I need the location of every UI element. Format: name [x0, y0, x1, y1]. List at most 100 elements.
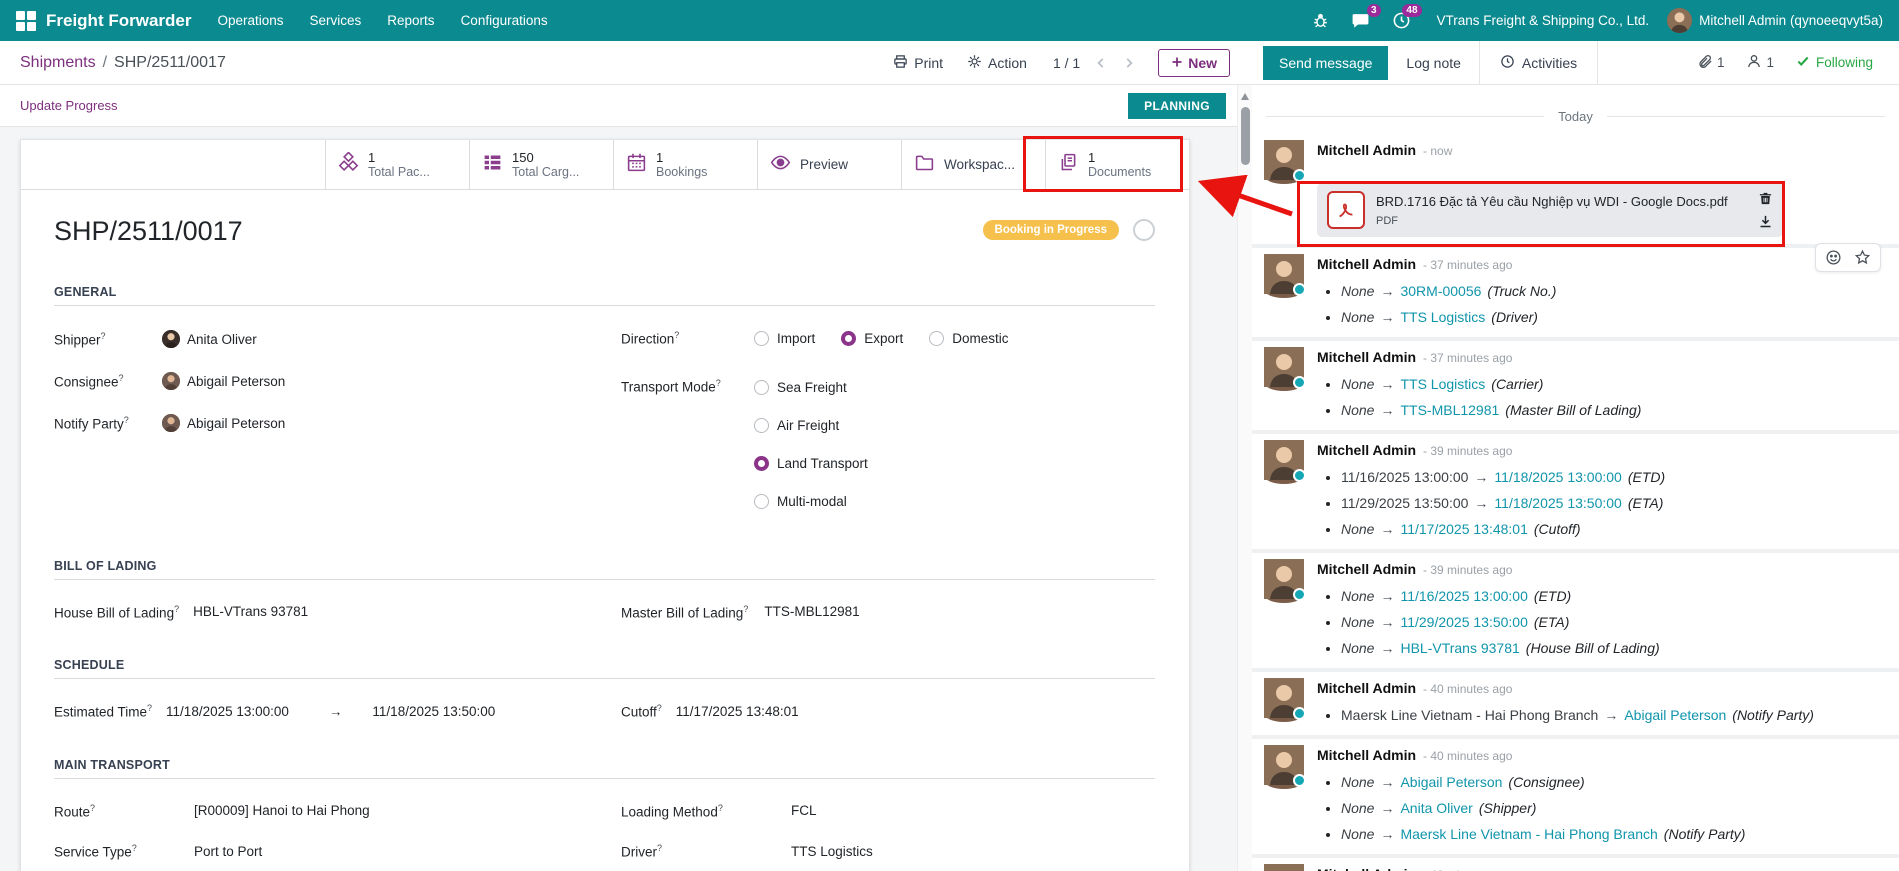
- new-button[interactable]: New: [1158, 49, 1230, 77]
- smart-button-value: 1: [1088, 150, 1151, 165]
- route-label: Route?: [54, 803, 194, 820]
- bookings-button[interactable]: 1Bookings: [613, 140, 757, 189]
- loading-method-value[interactable]: FCL: [791, 803, 817, 818]
- attachment-filename[interactable]: BRD.1716 Đặc tả Yêu cầu Nghiệp vụ WDI - …: [1376, 194, 1728, 209]
- page-title: SHP/2511/0017: [54, 216, 243, 247]
- menu-configurations[interactable]: Configurations: [461, 13, 548, 28]
- workspace-button[interactable]: Workspac...: [901, 140, 1045, 189]
- messages-icon[interactable]: 3: [1351, 11, 1370, 30]
- breadcrumb-shipments[interactable]: Shipments: [20, 54, 96, 72]
- control-panel: Shipments / SHP/2511/0017 Print Action 1…: [0, 41, 1252, 85]
- download-attachment-icon[interactable]: [1758, 214, 1773, 229]
- shipper-value[interactable]: Anita Oliver: [187, 332, 257, 347]
- new-value-link[interactable]: TTS-MBL12981: [1400, 402, 1499, 418]
- new-value-link[interactable]: 11/17/2025 13:48:01: [1400, 521, 1527, 537]
- breadcrumb-separator: /: [103, 54, 107, 72]
- print-button[interactable]: Print: [893, 54, 943, 72]
- new-value-link[interactable]: TTS Logistics: [1400, 309, 1485, 325]
- new-value-link[interactable]: 11/29/2025 13:50:00: [1400, 614, 1527, 630]
- message-author[interactable]: Mitchell Admin: [1317, 559, 1416, 579]
- new-value-link[interactable]: Abigail Peterson: [1624, 707, 1726, 723]
- menu-reports[interactable]: Reports: [387, 13, 434, 28]
- new-value-link[interactable]: Abigail Peterson: [1400, 774, 1502, 790]
- house-bl-value[interactable]: HBL-VTrans 93781: [193, 604, 308, 619]
- attachment-type: PDF: [1376, 215, 1747, 227]
- section-main-transport: MAIN TRANSPORT: [54, 758, 1155, 779]
- radio-domestic[interactable]: Domestic: [929, 331, 1008, 346]
- message-author[interactable]: Mitchell Admin: [1317, 140, 1416, 160]
- app-name[interactable]: Freight Forwarder: [46, 11, 191, 31]
- message-author[interactable]: Mitchell Admin: [1317, 745, 1416, 765]
- route-value[interactable]: [R00009] Hanoi to Hai Phong: [194, 803, 370, 818]
- attachment-card[interactable]: BRD.1716 Đặc tả Yêu cầu Nghiệp vụ WDI - …: [1317, 183, 1783, 237]
- vertical-scrollbar[interactable]: [1237, 85, 1252, 871]
- arrow-right-icon: →: [1380, 521, 1394, 537]
- notify-party-value[interactable]: Abigail Peterson: [187, 416, 285, 431]
- message-tracking: Mitchell Admin- 39 minutes ago None→11/1…: [1252, 553, 1899, 668]
- activities-count-badge: 48: [1402, 4, 1421, 17]
- preview-button[interactable]: Preview: [757, 140, 901, 189]
- radio-multi-modal[interactable]: Multi-modal: [754, 483, 868, 521]
- service-type-value[interactable]: Port to Port: [194, 844, 262, 859]
- menu-operations[interactable]: Operations: [217, 13, 283, 28]
- radio-import[interactable]: Import: [754, 331, 815, 346]
- driver-value[interactable]: TTS Logistics: [791, 844, 873, 859]
- cutoff-value[interactable]: 11/17/2025 13:48:01: [676, 704, 799, 719]
- following-button[interactable]: Following: [1796, 54, 1873, 71]
- delete-attachment-icon[interactable]: [1758, 191, 1773, 206]
- notify-party-avatar: [162, 414, 180, 432]
- documents-button[interactable]: 1Documents: [1045, 140, 1189, 189]
- new-value-link[interactable]: 30RM-00056: [1400, 283, 1481, 299]
- activities-button[interactable]: Activities: [1479, 41, 1598, 85]
- scrollbar-thumb[interactable]: [1241, 107, 1250, 165]
- message-time: - 40 minutes ago: [1423, 746, 1512, 766]
- eta-value[interactable]: 11/18/2025 13:50:00: [372, 704, 495, 719]
- message-author[interactable]: Mitchell Admin: [1317, 347, 1416, 367]
- progress-circle[interactable]: [1133, 219, 1155, 241]
- log-note-button[interactable]: Log note: [1388, 46, 1479, 80]
- company-switcher[interactable]: VTrans Freight & Shipping Co., Ltd.: [1437, 13, 1650, 28]
- user-menu[interactable]: Mitchell Admin (qynoeeqvyt5a): [1667, 8, 1883, 33]
- new-value-link[interactable]: Anita Oliver: [1400, 800, 1472, 816]
- radio-air-freight[interactable]: Air Freight: [754, 407, 868, 445]
- total-cargo-button[interactable]: 150Total Carg...: [469, 140, 613, 189]
- new-value-link[interactable]: 11/18/2025 13:00:00: [1494, 469, 1621, 485]
- etd-value[interactable]: 11/18/2025 13:00:00: [166, 704, 289, 719]
- apps-menu-icon[interactable]: [16, 11, 36, 31]
- pager-previous-icon[interactable]: [1094, 56, 1108, 70]
- arrow-right-icon: →: [1380, 640, 1394, 656]
- new-value-link[interactable]: Maersk Line Vietnam - Hai Phong Branch: [1400, 826, 1657, 842]
- stage-planning[interactable]: PLANNING: [1128, 93, 1226, 119]
- master-bl-value[interactable]: TTS-MBL12981: [764, 604, 859, 619]
- attachments-counter[interactable]: 1: [1697, 53, 1725, 72]
- star-icon[interactable]: [1854, 249, 1871, 266]
- radio-sea-freight[interactable]: Sea Freight: [754, 369, 868, 407]
- new-value-link[interactable]: TTS Logistics: [1400, 376, 1485, 392]
- online-dot: [1293, 283, 1306, 296]
- activities-clock-icon[interactable]: 48: [1392, 11, 1411, 30]
- update-progress-button[interactable]: Update Progress: [20, 98, 118, 113]
- pager-next-icon[interactable]: [1122, 56, 1136, 70]
- menu-services[interactable]: Services: [310, 13, 362, 28]
- new-value-link[interactable]: 11/16/2025 13:00:00: [1400, 588, 1527, 604]
- new-value-link[interactable]: 11/18/2025 13:50:00: [1494, 495, 1621, 511]
- estimated-time-label: Estimated Time?: [54, 703, 152, 720]
- consignee-value[interactable]: Abigail Peterson: [187, 374, 285, 389]
- smart-button-label: Preview: [800, 157, 848, 172]
- action-button[interactable]: Action: [967, 54, 1027, 72]
- radio-export[interactable]: Export: [841, 331, 903, 346]
- radio-land-transport[interactable]: Land Transport: [754, 445, 868, 483]
- message-author[interactable]: Mitchell Admin: [1317, 864, 1416, 871]
- scroll-up-icon[interactable]: [1241, 93, 1249, 100]
- debug-bug-icon[interactable]: [1312, 12, 1329, 29]
- master-bl-label: Master Bill of Lading?: [621, 604, 748, 621]
- send-message-button[interactable]: Send message: [1263, 46, 1388, 80]
- message-author[interactable]: Mitchell Admin: [1317, 678, 1416, 698]
- message-author[interactable]: Mitchell Admin: [1317, 440, 1416, 460]
- new-value-link[interactable]: HBL-VTrans 93781: [1400, 640, 1519, 656]
- total-packages-button[interactable]: 1Total Pac...: [325, 140, 469, 189]
- section-bill-of-lading: BILL OF LADING: [54, 559, 1155, 580]
- followers-counter[interactable]: 1: [1746, 53, 1774, 72]
- message-author[interactable]: Mitchell Admin: [1317, 254, 1416, 274]
- add-reaction-icon[interactable]: [1825, 249, 1842, 266]
